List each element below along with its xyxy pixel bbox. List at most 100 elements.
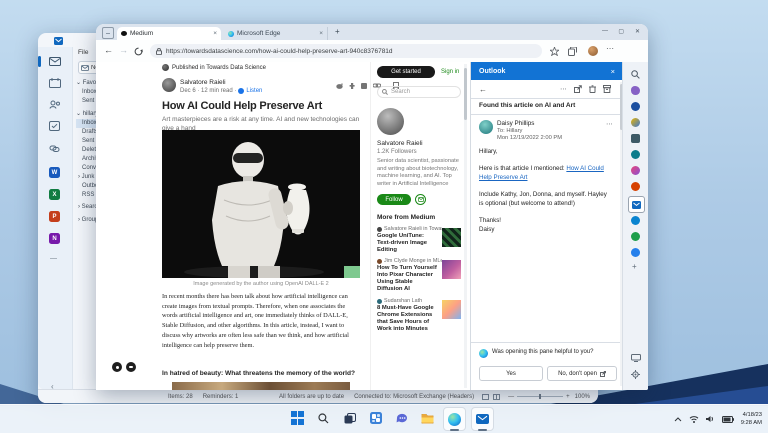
- get-started-button[interactable]: Get started: [377, 66, 435, 78]
- related-article[interactable]: Salvatore Raieli in Towards AI Google Un…: [377, 226, 461, 254]
- responses-button[interactable]: [126, 362, 136, 372]
- favorites-star-icon[interactable]: [550, 47, 559, 56]
- battery-icon[interactable]: [722, 416, 734, 423]
- folder-item[interactable]: › Search Folders: [76, 203, 96, 212]
- folder-item[interactable]: Sent Items: [76, 137, 96, 146]
- folder-item[interactable]: › Junk Email: [76, 173, 96, 182]
- browser-more-icon[interactable]: ⋯: [606, 44, 614, 53]
- back-icon[interactable]: ←: [479, 85, 487, 94]
- sender-name[interactable]: Daisy Phillips: [497, 120, 534, 127]
- layout-view-icon[interactable]: [493, 394, 500, 400]
- sidebar-app-icon[interactable]: [631, 134, 640, 143]
- clap-button[interactable]: [112, 362, 122, 372]
- task-view-button[interactable]: [339, 407, 360, 429]
- start-button[interactable]: [287, 407, 308, 429]
- tray-chevron-up-icon[interactable]: [674, 417, 682, 422]
- linkedin-share-icon[interactable]: [361, 83, 367, 89]
- zoom-out-icon[interactable]: —: [508, 394, 514, 400]
- listen-label[interactable]: Listen: [246, 88, 262, 94]
- medium-search-input[interactable]: Search: [377, 86, 461, 98]
- folder-item[interactable]: Drafts: [76, 128, 96, 137]
- mail-nav-icon[interactable]: [49, 57, 61, 66]
- feedback-no-button[interactable]: No, don't open: [547, 366, 617, 381]
- folder-section-header[interactable]: ⌄ Favorites: [76, 79, 96, 88]
- sign-in-link[interactable]: Sign in: [441, 69, 459, 75]
- folder-item[interactable]: Sent Items: [76, 97, 96, 106]
- archive-icon[interactable]: [603, 85, 611, 93]
- taskbar-search-button[interactable]: [313, 407, 334, 429]
- folder-item[interactable]: › Groups: [76, 216, 96, 225]
- folder-item[interactable]: Conversation History: [76, 164, 96, 173]
- tasks-nav-icon[interactable]: [49, 121, 60, 131]
- attachments-nav-icon[interactable]: [49, 143, 60, 153]
- folder-item[interactable]: Inbox: [76, 88, 96, 97]
- pane-close-icon[interactable]: ×: [611, 67, 615, 76]
- toolbar-more-icon[interactable]: ⋯: [560, 85, 567, 93]
- sidebar-app-icon[interactable]: [631, 216, 640, 225]
- clock[interactable]: 4/18/23 9:28 AM: [741, 411, 762, 428]
- facebook-share-icon[interactable]: [349, 83, 355, 89]
- outlook-taskbar-button-active[interactable]: [471, 407, 494, 431]
- sidebar-app-icon[interactable]: [631, 166, 640, 175]
- sidebar-app-icon[interactable]: [631, 182, 640, 191]
- message-more-icon[interactable]: ⋯: [606, 120, 613, 128]
- people-nav-icon[interactable]: [49, 100, 61, 109]
- follow-button[interactable]: Follow: [377, 194, 411, 205]
- volume-icon[interactable]: [706, 415, 715, 423]
- wifi-icon[interactable]: [689, 415, 699, 423]
- calendar-nav-icon[interactable]: [49, 78, 61, 88]
- file-explorer-button[interactable]: [417, 407, 438, 429]
- subscribe-mail-button[interactable]: [415, 194, 426, 205]
- sidebar-author-avatar[interactable]: [377, 108, 404, 135]
- sidebar-share-screen-icon[interactable]: [631, 354, 641, 362]
- forward-button[interactable]: →: [119, 45, 128, 55]
- sidebar-app-icon[interactable]: [631, 248, 640, 257]
- sender-avatar[interactable]: [479, 120, 493, 134]
- edge-window[interactable]: Medium × Microsoft Edge × + — ▢ ✕ ← → ht…: [96, 24, 648, 390]
- sidebar-app-icon[interactable]: [631, 86, 640, 95]
- profile-avatar[interactable]: [588, 46, 598, 56]
- window-close-button[interactable]: ✕: [635, 28, 640, 35]
- window-minimize-button[interactable]: —: [602, 28, 608, 34]
- onenote-app-icon[interactable]: N: [49, 233, 60, 244]
- sidebar-app-icon[interactable]: [631, 118, 640, 127]
- folder-item[interactable]: Outbox: [76, 182, 96, 191]
- feedback-yes-button[interactable]: Yes: [479, 366, 543, 381]
- collections-icon[interactable]: [568, 47, 577, 56]
- zoom-in-icon[interactable]: +: [566, 394, 570, 400]
- new-tab-button[interactable]: +: [335, 27, 340, 36]
- author-avatar[interactable]: [162, 78, 176, 92]
- twitter-share-icon[interactable]: [336, 83, 343, 89]
- tab-actions-button[interactable]: [102, 27, 114, 39]
- publication-bar[interactable]: Published in Towards Data Science: [162, 64, 266, 71]
- zoom-slider[interactable]: [517, 396, 563, 397]
- delete-icon[interactable]: [589, 85, 596, 93]
- word-app-icon[interactable]: W: [49, 167, 60, 178]
- powerpoint-app-icon[interactable]: P: [49, 211, 60, 222]
- address-bar[interactable]: https://towardsdatascience.com/how-ai-co…: [150, 44, 542, 58]
- popout-icon[interactable]: [574, 85, 582, 93]
- chat-button[interactable]: [391, 407, 412, 429]
- folder-item[interactable]: RSS Feeds: [76, 191, 96, 200]
- folder-item[interactable]: Deleted Items: [76, 146, 96, 155]
- listen-icon[interactable]: [238, 88, 244, 94]
- tab-close-icon[interactable]: ×: [319, 30, 323, 37]
- sidebar-add-icon[interactable]: +: [632, 262, 637, 271]
- reading-view-icon[interactable]: [482, 394, 489, 400]
- refresh-button[interactable]: [134, 47, 143, 56]
- sidebar-app-icon[interactable]: [631, 150, 640, 159]
- more-apps-icon[interactable]: —: [50, 255, 57, 262]
- tab-close-icon[interactable]: ×: [213, 30, 217, 37]
- file-menu[interactable]: File: [78, 49, 95, 56]
- sidebar-author-name[interactable]: Salvatore Raieli: [377, 140, 423, 147]
- tab-microsoft-edge[interactable]: Microsoft Edge ×: [224, 27, 328, 40]
- folder-item[interactable]: Archive: [76, 155, 96, 164]
- sidebar-search-icon[interactable]: [631, 70, 640, 79]
- page-scrollbar[interactable]: [464, 64, 467, 388]
- author-name[interactable]: Salvatore Raieli: [180, 79, 226, 86]
- related-article[interactable]: Sudarshan Lath 8 Must-Have Google Chrome…: [377, 298, 461, 333]
- folder-item-selected[interactable]: Inbox: [76, 119, 96, 128]
- publication-name[interactable]: Published in Towards Data Science: [172, 65, 266, 71]
- sidebar-outlook-icon-active[interactable]: [628, 196, 645, 213]
- excel-app-icon[interactable]: X: [49, 189, 60, 200]
